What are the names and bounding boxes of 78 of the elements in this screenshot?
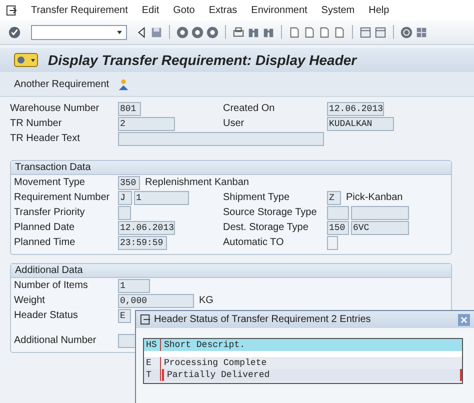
page-icon[interactable] bbox=[288, 26, 301, 38]
input-field[interactable]: KUDALKAN bbox=[327, 116, 394, 130]
group-title: Additional Data bbox=[11, 264, 451, 278]
field-label: Movement Type bbox=[14, 177, 86, 188]
field-label: Additional Number bbox=[14, 335, 98, 346]
field-label: User bbox=[223, 118, 246, 129]
input-field[interactable]: 6VC bbox=[351, 220, 409, 234]
page-icon[interactable] bbox=[333, 26, 346, 38]
window-icon[interactable] bbox=[374, 26, 387, 38]
input-field[interactable] bbox=[118, 132, 324, 146]
input-field[interactable]: 1 bbox=[134, 190, 189, 204]
input-field[interactable] bbox=[351, 206, 409, 220]
column-header: Short Descript. bbox=[163, 339, 246, 351]
input-field[interactable]: 0,000 bbox=[118, 294, 194, 308]
field-label: Number of Items bbox=[14, 280, 89, 291]
exit-circle-icon[interactable] bbox=[191, 26, 204, 38]
field-label: Created On bbox=[223, 103, 276, 114]
menu-item[interactable]: Extras bbox=[208, 4, 238, 16]
command-field[interactable] bbox=[31, 24, 127, 40]
input-field[interactable]: 350 bbox=[118, 176, 140, 190]
field-label: Planned Time bbox=[14, 237, 76, 248]
menu-icon[interactable] bbox=[6, 4, 17, 16]
field-label: Source Storage Type bbox=[223, 207, 318, 218]
field-label: Shipment Type bbox=[223, 192, 291, 203]
input-field[interactable]: E bbox=[118, 308, 131, 322]
field-label: TR Header Text bbox=[10, 133, 81, 144]
close-icon[interactable] bbox=[458, 314, 470, 326]
menu-item[interactable]: Help bbox=[368, 4, 390, 16]
field-label: TR Number bbox=[10, 118, 63, 129]
group-title: Transaction Data bbox=[11, 161, 451, 175]
field-label: Automatic TO bbox=[223, 237, 285, 248]
field-label: Header Status bbox=[14, 310, 79, 321]
input-field[interactable]: 12.06.2013 bbox=[327, 102, 384, 116]
screen-title: Display Transfer Requirement: Display Header bbox=[48, 52, 357, 68]
table-cell[interactable]: Processing Complete bbox=[161, 357, 462, 369]
back-circle-icon[interactable] bbox=[176, 26, 189, 38]
field-label: Warehouse Number bbox=[10, 103, 100, 114]
window-icon[interactable] bbox=[359, 26, 372, 38]
table-cell[interactable]: T bbox=[144, 369, 161, 381]
column-header: HS bbox=[144, 339, 161, 351]
field-label: Dest. Storage Type bbox=[223, 222, 310, 233]
checkbox[interactable] bbox=[327, 236, 338, 250]
cancel-circle-icon[interactable] bbox=[206, 26, 219, 38]
window-icon bbox=[140, 314, 151, 325]
menu-item[interactable]: System bbox=[321, 4, 355, 16]
menu-button-icon[interactable] bbox=[14, 53, 38, 67]
input-field[interactable]: 1 bbox=[118, 278, 150, 292]
field-label: Weight bbox=[14, 295, 46, 306]
input-field[interactable]: 12.06.2013 bbox=[118, 220, 175, 234]
table-cell[interactable]: Partially Delivered bbox=[162, 369, 462, 381]
input-field[interactable]: Z bbox=[327, 190, 341, 204]
input-field[interactable]: 2 bbox=[118, 116, 175, 130]
field-text: KG bbox=[199, 295, 214, 306]
person-icon[interactable] bbox=[117, 78, 130, 90]
input-field[interactable] bbox=[327, 206, 349, 220]
dropdown-icon[interactable] bbox=[116, 30, 123, 34]
help-icon[interactable] bbox=[400, 26, 413, 38]
menu-item[interactable]: Goto bbox=[173, 4, 195, 16]
input-field[interactable]: J bbox=[118, 190, 132, 204]
print-icon[interactable] bbox=[232, 26, 245, 38]
field-label: Requirement Number bbox=[14, 192, 111, 203]
field-text: Pick-Kanban bbox=[346, 192, 403, 203]
confirm-icon[interactable] bbox=[8, 26, 21, 38]
popup-title: Header Status of Transfer Requirement 2 Entries bbox=[154, 314, 372, 325]
field-text: Replenishment Kanban bbox=[145, 177, 249, 188]
input-field[interactable]: 23:59:59 bbox=[118, 236, 167, 250]
menu-item[interactable]: Edit bbox=[142, 4, 160, 16]
field-label: Transfer Priority bbox=[14, 207, 86, 218]
input-field[interactable]: 801 bbox=[118, 102, 141, 116]
menu-item[interactable]: Transfer Requirement bbox=[31, 4, 128, 16]
page-icon[interactable] bbox=[318, 26, 331, 38]
input-field[interactable] bbox=[118, 206, 131, 220]
field-label: Planned Date bbox=[14, 222, 76, 233]
menu-item[interactable]: Environment bbox=[251, 4, 308, 16]
grid-icon[interactable] bbox=[415, 26, 428, 38]
page-icon[interactable] bbox=[303, 26, 316, 38]
another-requirement-button[interactable]: Another Requirement bbox=[12, 78, 112, 90]
input-field[interactable]: 150 bbox=[327, 220, 349, 234]
